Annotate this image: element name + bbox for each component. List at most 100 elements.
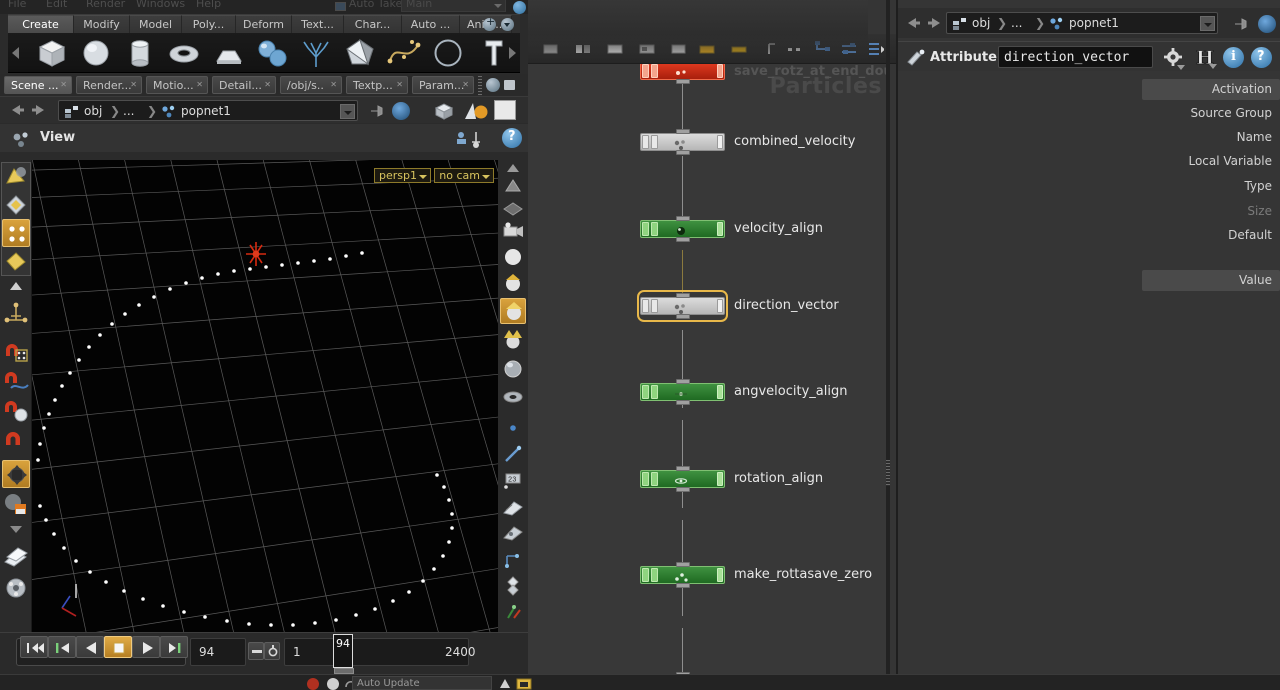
desktop-tab-textport[interactable]: Textp... ✕: [346, 76, 408, 94]
add-shelf-tab-icon[interactable]: [483, 15, 496, 31]
node-input-port[interactable]: [676, 293, 690, 298]
shelf-tab-character[interactable]: Char...: [344, 15, 402, 34]
view-layout-icon[interactable]: [500, 574, 526, 600]
uv-display-icon[interactable]: [500, 386, 526, 412]
node-flag-bypass[interactable]: [642, 64, 649, 78]
play-forward-icon[interactable]: [132, 636, 160, 658]
node-flag-template[interactable]: [651, 64, 658, 78]
playhead-indicator[interactable]: 94: [333, 634, 354, 674]
snapshot-icon[interactable]: [516, 676, 532, 690]
breadcrumb-obj[interactable]: obj: [972, 16, 990, 30]
stop-icon[interactable]: [104, 636, 132, 658]
node-flag-template[interactable]: [651, 385, 658, 399]
desktop-tab-objs[interactable]: /obj/s.. ✕: [280, 76, 342, 94]
maximize-pane-icon[interactable]: [504, 80, 515, 90]
network-node-save-rotz[interactable]: [640, 64, 725, 84]
playbar[interactable]: 94 1 2400: [0, 632, 528, 674]
network-node-combined-velocity[interactable]: [640, 129, 725, 155]
snap-multi-icon[interactable]: [2, 426, 30, 454]
metaball-icon[interactable]: [250, 37, 294, 70]
vector-field-icon[interactable]: [500, 548, 526, 574]
shelf-tab-auto[interactable]: Auto ...: [402, 15, 460, 34]
scene-path-bar[interactable]: obj ❯ ... ❯ popnet1: [0, 96, 528, 123]
toolbar-more-icon[interactable]: [2, 522, 30, 536]
parameter-node-path-field[interactable]: obj ❯ ... ❯ popnet1: [946, 12, 1218, 34]
menu-help[interactable]: Help: [196, 0, 221, 10]
node-input-port[interactable]: [676, 562, 690, 567]
shelf-tab-create[interactable]: Create: [8, 15, 74, 34]
render-status-icon[interactable]: [498, 676, 513, 690]
platonic-solid-icon[interactable]: [338, 37, 382, 70]
takes-toggle-checkbox[interactable]: [335, 2, 346, 11]
list-mode-icon[interactable]: [866, 40, 885, 58]
frame-step-icon[interactable]: [264, 642, 280, 660]
group-pick-icon[interactable]: [2, 542, 30, 570]
gear-icon[interactable]: [1162, 47, 1185, 73]
viewport-camera-chip[interactable]: no cam: [434, 168, 494, 183]
pane-divider-grip[interactable]: [886, 460, 890, 486]
node-input-port[interactable]: [676, 129, 690, 134]
point-marker-icon[interactable]: [500, 418, 526, 444]
node-flag-display[interactable]: [717, 135, 723, 149]
select-points-icon[interactable]: [2, 191, 30, 219]
pin-icon[interactable]: [368, 103, 386, 123]
torus-icon[interactable]: [162, 37, 206, 70]
node-flag-display[interactable]: [717, 385, 723, 399]
smooth-shaded-icon[interactable]: [500, 272, 526, 298]
help-icon[interactable]: ?: [1251, 47, 1272, 68]
render-flag-icon[interactable]: [1258, 15, 1276, 33]
current-frame-field[interactable]: 94: [190, 638, 246, 666]
network-node-rotation-align[interactable]: [640, 466, 725, 492]
node-flag-display[interactable]: [717, 568, 723, 582]
node-flag-display[interactable]: [717, 64, 723, 78]
help-globe-icon[interactable]: [513, 1, 526, 14]
shelf-tab-modify[interactable]: Modify: [74, 15, 130, 34]
node-input-port[interactable]: [676, 216, 690, 221]
breadcrumb-obj[interactable]: obj: [84, 104, 102, 118]
sphere-icon[interactable]: [74, 37, 118, 70]
camera-icon[interactable]: [500, 220, 526, 246]
forward-arrow-icon[interactable]: [926, 15, 944, 31]
node-flag-bypass[interactable]: [642, 135, 649, 149]
houdini-h-icon[interactable]: H: [1194, 46, 1217, 72]
play-reverse-icon[interactable]: [76, 636, 104, 658]
path-dropdown-icon[interactable]: [1200, 16, 1215, 31]
smooth-wire-shaded-icon[interactable]: [500, 298, 526, 324]
menu-render[interactable]: Render: [86, 0, 125, 10]
shelf-scroll-left-icon[interactable]: [12, 47, 19, 59]
display-geometry-icon[interactable]: [432, 100, 456, 126]
node-flag-bypass[interactable]: [642, 299, 649, 313]
jump-to-start-icon[interactable]: [20, 636, 48, 658]
grid-icon[interactable]: [206, 37, 250, 70]
frame-range-field[interactable]: 1 2400: [284, 638, 476, 666]
desktop-tab-detail[interactable]: Detail... ✕: [212, 76, 276, 94]
shelf-menu-icon[interactable]: [501, 18, 514, 31]
breadcrumb-ellipsis[interactable]: ...: [1011, 16, 1022, 30]
normals-icon[interactable]: [500, 444, 526, 470]
jump-to-end-icon[interactable]: [160, 636, 188, 658]
node-input-port[interactable]: [676, 379, 690, 384]
path-dropdown-icon[interactable]: [340, 104, 355, 119]
frame-lock-icon[interactable]: [248, 642, 264, 660]
tabbar-grip[interactable]: [478, 76, 482, 98]
desktop-tab-bar[interactable]: Scene ... ✕ Render... ✕ Motio... ✕ Detai…: [0, 74, 528, 98]
select-edges-icon[interactable]: [2, 219, 30, 247]
node-flag-template[interactable]: [651, 135, 658, 149]
shelf-tool-row[interactable]: [8, 33, 520, 73]
texture-display-icon[interactable]: [500, 522, 526, 548]
network-node-angvelocity-align[interactable]: [640, 379, 725, 405]
menu-file[interactable]: File: [8, 0, 26, 10]
close-icon[interactable]: ✕: [60, 80, 67, 90]
network-node-direction-vector[interactable]: [637, 290, 728, 322]
color-swatch[interactable]: [494, 100, 516, 120]
add-pane-icon[interactable]: [486, 78, 500, 92]
font-icon[interactable]: [470, 37, 514, 70]
shelf-tab-bar[interactable]: Create Modify Model Poly... Deform Text.…: [8, 14, 520, 34]
node-flag-template[interactable]: [651, 222, 658, 236]
close-icon[interactable]: ✕: [196, 80, 203, 90]
material-paint-icon[interactable]: [2, 490, 30, 518]
measure-icon[interactable]: [2, 574, 30, 602]
node-flag-bypass[interactable]: [642, 568, 649, 582]
close-icon[interactable]: ✕: [130, 80, 137, 90]
node-flag-display[interactable]: [717, 222, 723, 236]
